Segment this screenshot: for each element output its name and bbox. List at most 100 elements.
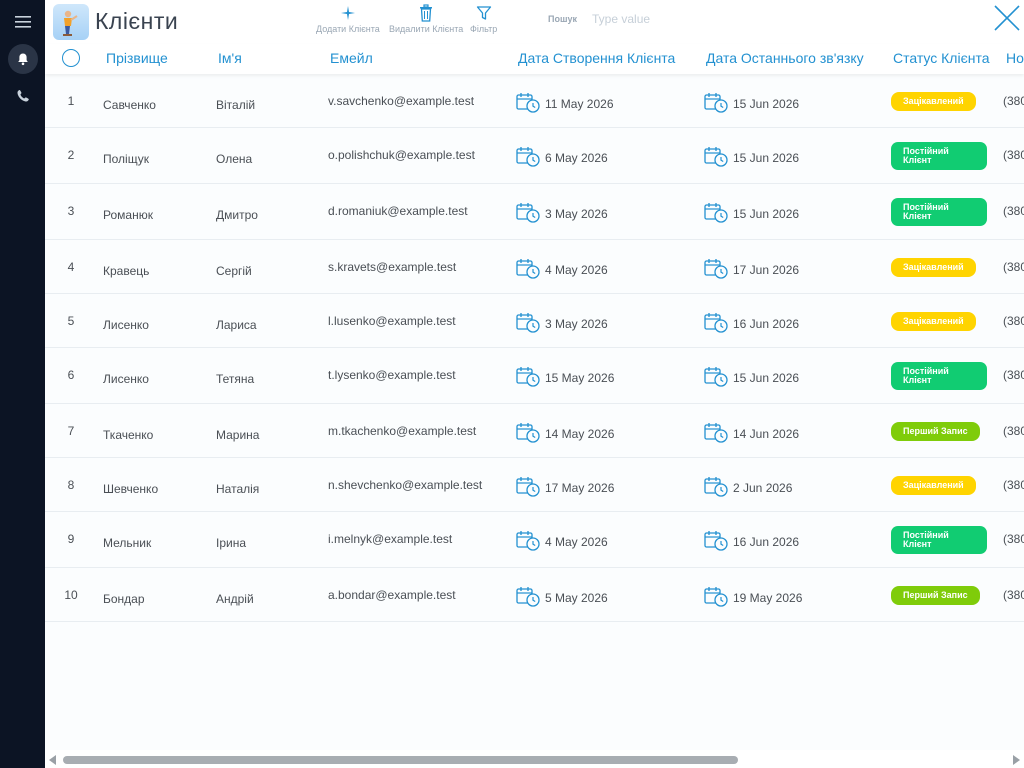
table-row[interactable]: 3 Романюк Дмитро d.romaniuk@example.test 3 M… — [45, 184, 1024, 240]
clients-table: 1 Савченко Віталій v.savchenko@example.test… — [45, 74, 1024, 750]
scrollbar-thumb[interactable] — [63, 756, 738, 764]
email-cell: s.kravets@example.test — [328, 260, 457, 274]
last-contact-date-text: 15 Jun 2026 — [733, 207, 800, 221]
column-header-status[interactable]: Статус Клієнта — [893, 50, 990, 66]
page-title: Клієнти — [95, 8, 179, 34]
close-icon — [994, 5, 1020, 31]
created-date-text: 4 May 2026 — [545, 263, 608, 277]
row-number: 10 — [64, 588, 78, 602]
last-contact-cell: 15 Jun 2026 — [704, 145, 799, 167]
table-row[interactable]: 5 Лисенко Лариса l.lusenko@example.test 3 Ma… — [45, 294, 1024, 348]
status-badge: Зацікавлений — [891, 476, 976, 495]
calendar-clock-icon — [516, 147, 540, 167]
calendar-clock-icon — [516, 259, 540, 279]
created-date-text: 5 May 2026 — [545, 591, 608, 605]
hamburger-menu-icon — [15, 16, 31, 28]
last-contact-cell: 15 Jun 2026 — [704, 91, 799, 113]
header: Клієнти Додати Клієнта Видалити Клієнта — [45, 0, 1024, 44]
status-cell: Постійний Клієнт — [891, 142, 987, 170]
email-cell: i.melnyk@example.test — [328, 532, 453, 546]
last-contact-date-text: 17 Jun 2026 — [733, 263, 800, 277]
last-name-cell: Романюк — [103, 208, 153, 222]
filter-button[interactable]: Фільтр — [470, 3, 497, 34]
created-date-cell: 5 May 2026 — [516, 585, 608, 607]
search-input[interactable] — [590, 8, 704, 30]
table-row[interactable]: 9 Мельник Ірина i.melnyk@example.test 4 May … — [45, 512, 1024, 568]
calendar-clock-icon — [704, 147, 728, 167]
notifications-button[interactable] — [8, 44, 38, 74]
phone-cell: (380 — [1003, 478, 1024, 492]
calendar-clock-icon — [704, 367, 728, 387]
column-header-first-name[interactable]: Ім'я — [218, 50, 242, 66]
column-header-last-name[interactable]: Прізвище — [106, 50, 168, 66]
created-date-text: 6 May 2026 — [545, 151, 608, 165]
row-number: 3 — [67, 204, 75, 218]
delete-client-button[interactable]: Видалити Клієнта — [389, 3, 463, 34]
last-contact-cell: 16 Jun 2026 — [704, 529, 799, 551]
calendar-clock-icon — [704, 587, 728, 607]
last-contact-cell: 14 Jun 2026 — [704, 421, 799, 443]
created-date-cell: 3 May 2026 — [516, 311, 608, 333]
calls-button[interactable] — [8, 80, 38, 110]
last-contact-date-text: 15 Jun 2026 — [733, 97, 800, 111]
created-date-cell: 17 May 2026 — [516, 475, 614, 497]
calendar-clock-icon — [516, 313, 540, 333]
last-contact-cell: 15 Jun 2026 — [704, 201, 799, 223]
created-date-text: 17 May 2026 — [545, 481, 615, 495]
email-cell: l.lusenko@example.test — [328, 314, 456, 328]
table-row[interactable]: 7 Ткаченко Марина m.tkachenko@example.test 1… — [45, 404, 1024, 458]
status-cell: Зацікавлений — [891, 476, 976, 495]
bell-icon — [18, 53, 28, 66]
table-row[interactable]: 8 Шевченко Наталія n.shevchenko@example.tes… — [45, 458, 1024, 512]
row-number: 2 — [67, 148, 75, 162]
row-number: 1 — [67, 94, 75, 108]
phone-cell: (380 — [1003, 368, 1024, 382]
table-row[interactable]: 10 Бондар Андрій a.bondar@example.test 5 May… — [45, 568, 1024, 622]
calendar-clock-icon — [704, 313, 728, 333]
close-button[interactable] — [992, 3, 1022, 33]
filter-label: Фільтр — [470, 24, 498, 34]
add-client-button[interactable]: Додати Клієнта — [316, 3, 380, 34]
side-navigation — [0, 0, 45, 768]
email-cell: n.shevchenko@example.test — [328, 478, 483, 492]
menu-button[interactable] — [8, 7, 38, 37]
last-name-cell: Лисенко — [103, 372, 149, 386]
table-row[interactable]: 2 Поліщук Олена o.polishchuk@example.test 6 … — [45, 128, 1024, 184]
first-name-cell: Дмитро — [216, 208, 258, 222]
column-header-email[interactable]: Емейл — [330, 50, 373, 66]
table-row[interactable]: 6 Лисенко Тетяна t.lysenko@example.test 15 M… — [45, 348, 1024, 404]
status-badge: Перший Запис — [891, 586, 980, 605]
last-name-cell: Кравець — [103, 264, 150, 278]
column-header-last-contact[interactable]: Дата Останнього зв'язку — [706, 50, 864, 66]
scroll-right-arrow[interactable] — [1013, 755, 1020, 765]
sparkle-add-icon — [340, 6, 355, 20]
created-date-cell: 6 May 2026 — [516, 145, 608, 167]
column-header-created-date[interactable]: Дата Створення Клієнта — [518, 50, 675, 66]
table-row[interactable]: 1 Савченко Віталій v.savchenko@example.test… — [45, 74, 1024, 128]
last-name-cell: Ткаченко — [103, 428, 154, 442]
table-row[interactable]: 4 Кравець Сергій s.kravets@example.test 4 Ma… — [45, 240, 1024, 294]
select-all-checkbox[interactable] — [62, 49, 80, 67]
first-name-cell: Сергій — [216, 264, 252, 278]
app-logo — [53, 4, 89, 40]
calendar-clock-icon — [516, 477, 540, 497]
email-cell: a.bondar@example.test — [328, 588, 456, 602]
created-date-cell: 14 May 2026 — [516, 421, 614, 443]
trash-icon — [420, 4, 433, 22]
status-badge: Зацікавлений — [891, 312, 976, 331]
first-name-cell: Віталій — [216, 98, 256, 112]
last-contact-cell: 16 Jun 2026 — [704, 311, 799, 333]
phone-cell: (380 — [1003, 424, 1024, 438]
status-cell: Зацікавлений — [891, 258, 976, 277]
column-header-phone[interactable]: Но — [1006, 50, 1024, 66]
horizontal-scrollbar[interactable] — [45, 750, 1024, 768]
scroll-left-arrow[interactable] — [49, 755, 56, 765]
last-contact-cell: 19 May 2026 — [704, 585, 802, 607]
last-contact-date-text: 2 Jun 2026 — [733, 481, 793, 495]
last-name-cell: Савченко — [103, 98, 156, 112]
status-cell: Перший Запис — [891, 586, 980, 605]
created-date-cell: 15 May 2026 — [516, 365, 614, 387]
first-name-cell: Тетяна — [216, 372, 255, 386]
last-name-cell: Поліщук — [103, 152, 149, 166]
row-number: 4 — [67, 260, 75, 274]
